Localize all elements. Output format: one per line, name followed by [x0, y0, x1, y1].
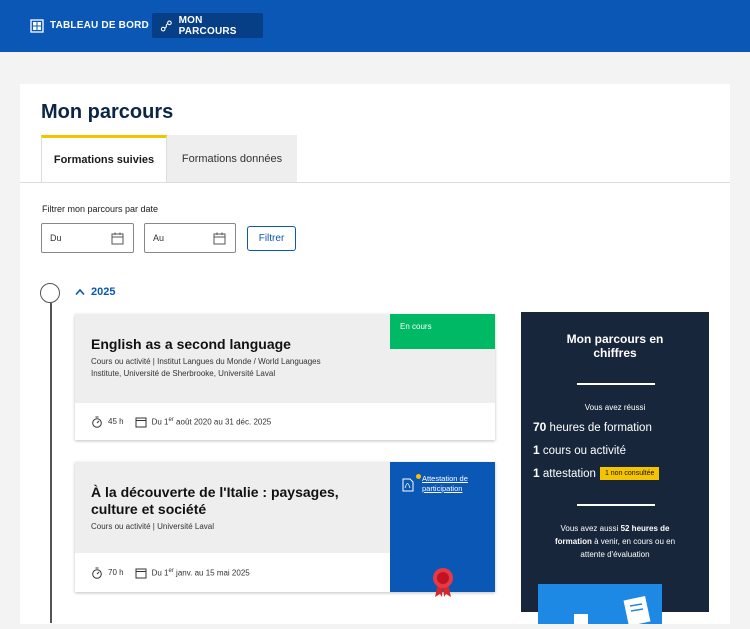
course-dates: Du 1er août 2020 au 31 déc. 2025	[152, 417, 272, 427]
stats-attestations: 1 attestation 1 non consultée	[533, 466, 660, 481]
nav-tableau-de-bord[interactable]: TABLEAU DE BORD	[22, 13, 157, 38]
date-from-input[interactable]: Du	[41, 223, 134, 253]
nav-label: MON PARCOURS	[178, 14, 237, 37]
course-meta-line: Institute, Université de Sherbrooke, Uni…	[91, 369, 276, 378]
tab-bar: Formations suivies Formations données	[41, 135, 297, 182]
course-title-line: culture et société	[91, 501, 207, 517]
stats-text: Vous avez aussi	[560, 524, 621, 533]
calendar-icon	[135, 568, 147, 578]
course-dates: Du 1er janv. au 15 mai 2025	[152, 568, 250, 578]
attestation-link[interactable]: Attestation de participation	[422, 474, 490, 494]
stopwatch-icon	[92, 416, 102, 428]
award-seal-icon	[433, 568, 453, 597]
date-from-placeholder: Du	[50, 233, 62, 243]
top-navigation-bar: TABLEAU DE BORD MON PARCOURS	[0, 0, 750, 52]
stats-hours: 70 heures de formation	[533, 420, 652, 434]
timeline-line	[50, 303, 52, 623]
calendar-icon	[111, 232, 124, 245]
stats-success-label: Vous avez réussi	[584, 403, 646, 412]
stats-value: 1	[533, 466, 540, 480]
course-meta: Cours ou activité | Université Laval	[91, 522, 215, 531]
course-hours: 45 h	[108, 417, 124, 426]
unread-dot	[416, 474, 421, 479]
timeline-node	[40, 283, 60, 303]
stats-title-line: Mon parcours en	[566, 332, 664, 346]
date-to-placeholder: Au	[153, 233, 165, 243]
filter-label: Filtrer mon parcours par date	[42, 204, 159, 214]
document-illustration-icon	[574, 595, 651, 627]
nav-label: TABLEAU DE BORD	[50, 20, 149, 31]
stats-label: cours ou activité	[539, 445, 626, 457]
tab-divider	[20, 182, 730, 183]
stats-text-bold: formation	[554, 537, 592, 546]
chevron-up-icon	[75, 288, 85, 296]
stats-text-bold: 52 heures de	[620, 524, 670, 533]
calendar-icon	[135, 417, 147, 427]
stats-label: heures de formation	[546, 422, 652, 434]
course-card[interactable]: English as a second language Cours ou ac…	[75, 314, 495, 440]
tab-formations-suivies[interactable]: Formations suivies	[41, 135, 167, 182]
attestation-link-text: participation	[422, 484, 463, 493]
stats-title: Mon parcours en chiffres	[521, 332, 709, 360]
stats-text: à venir, en cours ou en	[591, 537, 676, 546]
course-hours: 70 h	[108, 568, 124, 577]
stats-upcoming-line: formation à venir, en cours ou en	[521, 535, 709, 548]
pdf-document-icon	[402, 478, 414, 492]
course-title-line: À la découverte de l'Italie : paysages,	[91, 484, 339, 500]
dates-text: Du 1	[151, 568, 169, 578]
course-meta: Cours ou activité | Institut Langues du …	[91, 356, 321, 380]
attestation-link-text: Attestation de	[422, 474, 468, 483]
dates-text: Du 1	[151, 417, 169, 427]
status-badge: En cours	[390, 314, 495, 349]
path-icon	[160, 20, 172, 31]
stats-courses: 1 cours ou activité	[533, 443, 626, 457]
year-toggle[interactable]: 2025	[75, 286, 115, 298]
course-title[interactable]: English as a second language	[91, 336, 291, 353]
stopwatch-icon	[92, 567, 102, 579]
course-card[interactable]: À la découverte de l'Italie : paysages, …	[75, 462, 495, 597]
unread-badge: 1 non consultée	[599, 467, 660, 481]
year-label: 2025	[91, 286, 116, 298]
nav-mon-parcours[interactable]: MON PARCOURS	[152, 13, 263, 38]
stats-upcoming: Vous avez aussi 52 heures de formation à…	[521, 522, 709, 561]
tab-formations-donnees[interactable]: Formations données	[167, 135, 297, 182]
dates-text: janv. au 15 mai 2025	[173, 568, 250, 578]
stats-upcoming-line: Vous avez aussi 52 heures de	[521, 522, 709, 535]
dashboard-icon	[30, 18, 44, 33]
stats-separator	[577, 504, 655, 506]
date-to-input[interactable]: Au	[144, 223, 236, 253]
stats-value: 70	[533, 420, 547, 434]
promo-illustration	[538, 584, 662, 627]
course-meta-line: Cours ou activité | Institut Langues du …	[91, 357, 321, 366]
course-footer: 45 h Du 1er août 2020 au 31 déc. 2025	[75, 403, 495, 440]
attestation-panel: Attestation de participation	[390, 462, 495, 597]
filter-button[interactable]: Filtrer	[247, 226, 296, 251]
stats-value: 1	[533, 443, 540, 457]
stats-label: attestation	[539, 468, 596, 480]
stats-title-line: chiffres	[593, 346, 637, 360]
dates-text: août 2020 au 31 déc. 2025	[173, 417, 272, 427]
course-title[interactable]: À la découverte de l'Italie : paysages, …	[91, 484, 339, 518]
stats-panel: Mon parcours en chiffres Vous avez réussi…	[521, 312, 709, 627]
calendar-icon	[213, 232, 226, 245]
stats-separator	[577, 383, 655, 385]
page-title: Mon parcours	[41, 101, 174, 123]
stats-upcoming-line: attente d'évaluation	[580, 550, 650, 559]
